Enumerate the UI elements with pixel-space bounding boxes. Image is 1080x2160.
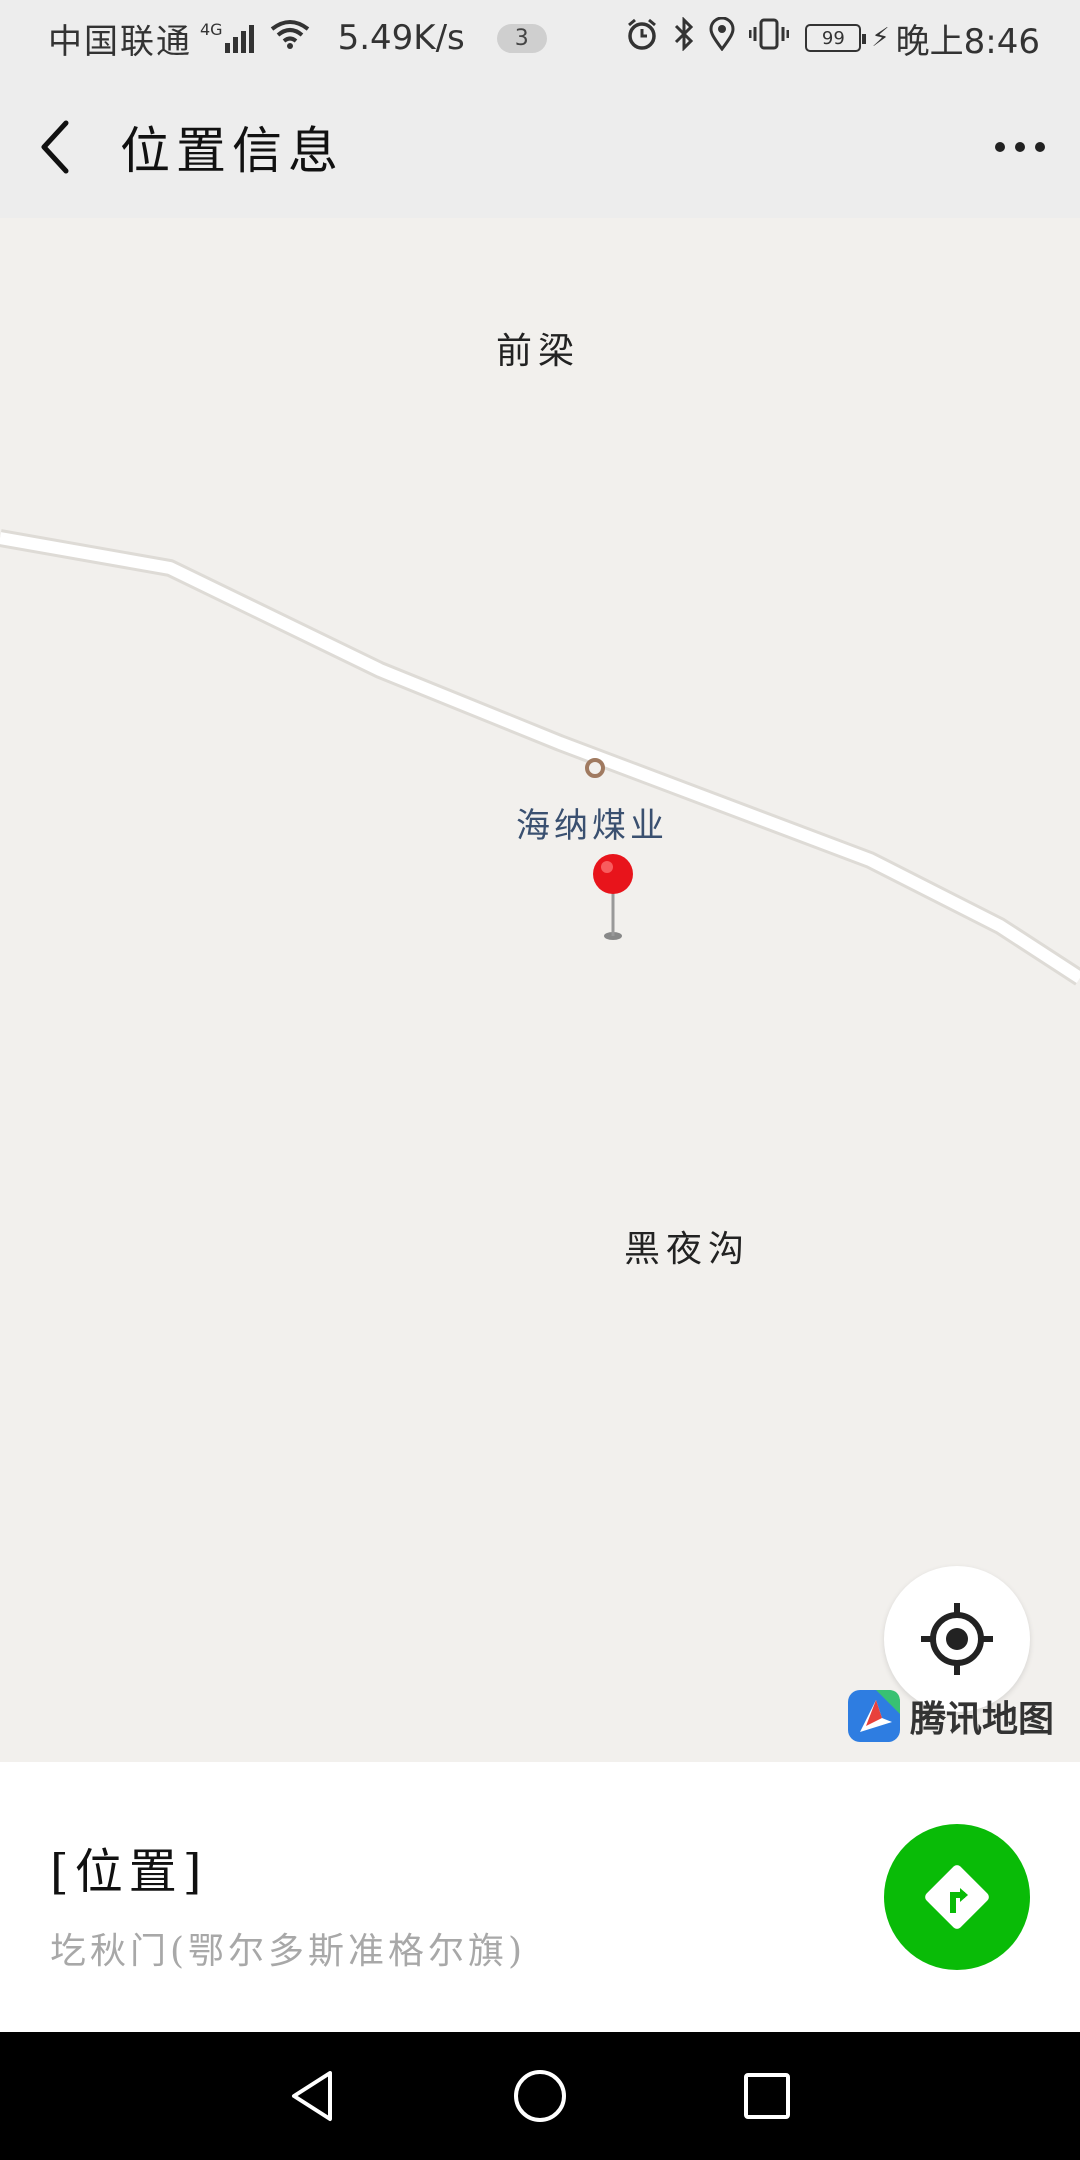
more-button[interactable] [960, 76, 1080, 218]
signal-icon [224, 23, 254, 53]
wifi-icon [270, 18, 310, 58]
clock: 晚上8:46 [895, 21, 1040, 62]
charging-icon: ⚡ [871, 23, 890, 53]
square-recents-icon [743, 2073, 790, 2119]
map-place-label-qianliang: 前梁 [496, 331, 581, 372]
location-icon [709, 16, 735, 60]
location-info-panel: [位置] 圪秋门(鄂尔多斯准格尔旗) [0, 1762, 1080, 2032]
more-dot [995, 142, 1005, 152]
nav-home-button[interactable] [490, 2046, 590, 2146]
more-dot [1015, 142, 1025, 152]
bluetooth-icon [673, 15, 695, 60]
map-place-label-heiyegou: 黑夜沟 [624, 1229, 751, 1270]
location-pin-icon [593, 854, 633, 940]
status-bar: 中国联通 4G 5.49K/s 3 99 ⚡ 晚上8:46 [0, 0, 1080, 76]
poi-marker-dot [585, 758, 605, 778]
map-provider-logo: 腾讯地图 [846, 1688, 1054, 1744]
map-view[interactable]: 前梁 黑夜沟 海纳煤业 腾讯地图 [0, 218, 1080, 1762]
poi-label: 海纳煤业 [516, 806, 668, 846]
carrier-name: 中国联通 [48, 21, 192, 62]
crosshair-icon [921, 1603, 993, 1675]
nav-back-button[interactable] [263, 2046, 363, 2146]
triangle-back-icon [292, 2071, 333, 2121]
navigation-diamond-icon [925, 1865, 989, 1929]
system-nav-bar [0, 2032, 1080, 2160]
navigate-button[interactable] [884, 1824, 1030, 1970]
network-type: 4G [200, 19, 223, 39]
chevron-left-icon [41, 120, 69, 174]
page-title: 位置信息 [120, 122, 344, 180]
location-title: [位置] [50, 1844, 208, 1900]
map-roads [0, 529, 1080, 986]
map-provider-name: 腾讯地图 [910, 1699, 1055, 1740]
location-address: 圪秋门(鄂尔多斯准格尔旗) [50, 1931, 527, 1972]
back-button[interactable] [0, 76, 116, 218]
vibrate-icon [748, 17, 790, 60]
more-dot [1035, 142, 1045, 152]
tencent-map-logo-icon [848, 1690, 900, 1742]
alarm-icon [625, 17, 659, 60]
notification-count-badge: 3 [496, 23, 547, 53]
battery-icon: 99 [805, 24, 867, 52]
nav-recents-button[interactable] [717, 2046, 817, 2146]
network-speed: 5.49K/s [337, 18, 465, 58]
title-bar: 位置信息 [0, 76, 1080, 218]
circle-home-icon [513, 2070, 566, 2122]
